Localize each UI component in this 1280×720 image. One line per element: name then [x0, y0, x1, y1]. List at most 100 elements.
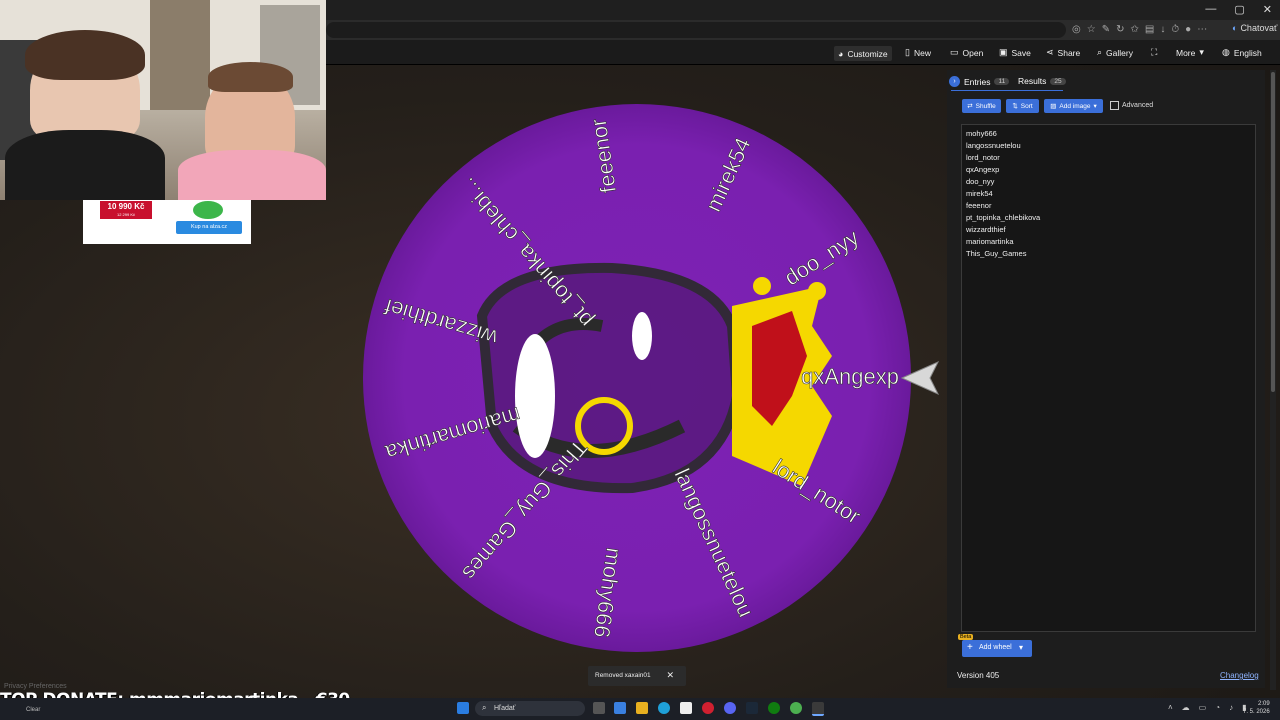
volume-icon[interactable]: ♪ — [1229, 703, 1233, 712]
download-icon[interactable]: ↓ — [1160, 24, 1165, 35]
beta-badge: Beta — [958, 634, 974, 640]
search-icon: ⌕ — [482, 703, 487, 712]
notepad-icon[interactable] — [812, 702, 824, 716]
shuffle-button[interactable]: ⇄ Shuffle — [962, 99, 1001, 113]
shuffle-icon: ⇄ — [967, 103, 973, 110]
cloud-icon[interactable]: ☁ — [1182, 703, 1190, 712]
add-image-button[interactable]: ▨ Add image ▾ — [1044, 99, 1103, 113]
advertisement[interactable]: 10 990 Kč 12 299 Kč Kup na alza.cz — [83, 200, 251, 244]
chevron-up-icon[interactable]: ˄ — [1168, 703, 1173, 712]
tab-entries[interactable]: › Entries 11 — [949, 76, 1010, 87]
share-button[interactable]: ⋖ Share — [1046, 46, 1080, 59]
save-icon: ▣ — [999, 47, 1008, 57]
entry-item[interactable]: langossnuetelou — [966, 141, 1021, 150]
open-button[interactable]: ▭ Open — [950, 46, 983, 59]
entry-item[interactable]: doo_nyy — [966, 177, 994, 186]
tab-results-label: Results — [1018, 76, 1047, 86]
save-button[interactable]: ▣ Save — [999, 46, 1031, 59]
refresh-icon[interactable]: ↻ — [1116, 24, 1124, 35]
version-label: Version 405 — [957, 671, 1000, 680]
usb-icon[interactable]: ▭ — [1199, 703, 1207, 712]
close-icon[interactable]: ✕ — [666, 670, 674, 681]
entries-textarea[interactable] — [961, 124, 1256, 632]
file-explorer-icon[interactable] — [636, 702, 648, 714]
active-tab-underline — [951, 90, 1063, 91]
xbox-icon[interactable] — [768, 702, 780, 714]
extension-icon[interactable]: ✎ — [1102, 24, 1110, 35]
entry-item[interactable]: lord_notor — [966, 153, 1000, 162]
discord-icon[interactable] — [724, 702, 736, 714]
fullscreen-button[interactable]: ⛶ — [1151, 46, 1157, 59]
profile-icon[interactable]: ● — [1185, 24, 1191, 35]
eye-icon[interactable]: ◎ — [1072, 24, 1081, 35]
browser-toolbar-icons: ◎ ☆ ✎ ↻ ✩ ▤ ↓ ⏱ ● ⋯ — [1072, 24, 1207, 35]
file-icon: ▯ — [905, 47, 910, 57]
new-button[interactable]: ▯ New — [905, 46, 931, 59]
ad-old-price: 12 299 Kč — [116, 212, 135, 217]
taskbar-search[interactable]: ⌕ Hľadať — [475, 701, 585, 716]
minimize-icon[interactable]: — — [1205, 3, 1216, 16]
entry-item[interactable]: mirek54 — [966, 189, 993, 198]
more-button[interactable]: More ▾ — [1176, 46, 1204, 59]
close-icon[interactable]: ✕ — [1263, 3, 1272, 16]
wheel-center-art — [476, 262, 832, 494]
entry-item[interactable]: mariomartinka — [966, 237, 1014, 246]
system-tray: ˄ ☁ ▭ ◔ ♪ ▮ — [1168, 703, 1246, 712]
search-icon: ⌕ — [1097, 47, 1103, 57]
maximize-icon[interactable]: ▢ — [1234, 3, 1244, 16]
edge-icon[interactable] — [658, 702, 670, 714]
entry-item[interactable]: qxAngexp — [966, 165, 999, 174]
store-icon[interactable] — [680, 702, 692, 714]
copilot-chat-button[interactable]: ◐ Chatovať — [1232, 23, 1277, 33]
add-wheel-button[interactable]: + Add wheel ▾ — [962, 640, 1032, 657]
entry-item[interactable]: mohy666 — [966, 129, 997, 138]
entry-item[interactable]: pt_topinka_chlebikova — [966, 213, 1040, 222]
app-icon[interactable] — [702, 702, 714, 714]
history-icon[interactable]: ⏱ — [1171, 24, 1179, 35]
language-button[interactable]: ◍ English — [1222, 46, 1262, 59]
share-label: Share — [1057, 47, 1081, 58]
ad-cta-button[interactable]: Kup na alza.cz — [176, 221, 242, 234]
plus-icon: + — [967, 642, 973, 653]
tab-results[interactable]: Results 25 — [1018, 76, 1066, 86]
taskbar-search-label: Hľadať — [494, 705, 516, 712]
open-label: Open — [962, 47, 984, 58]
folder-icon: ▭ — [950, 47, 959, 57]
changelog-link[interactable]: Changelog — [1220, 671, 1259, 680]
language-label: English — [1233, 47, 1262, 58]
ad-price: 10 990 Kč — [107, 202, 145, 211]
gallery-label: Gallery — [1106, 47, 1133, 58]
steam-icon[interactable] — [746, 702, 758, 714]
weather-label[interactable]: Clear — [26, 707, 40, 713]
spin-wheel[interactable]: qxAngexpdoo_nyymirek54feeenorpt_topinka_… — [352, 96, 912, 656]
customize-button[interactable]: ◕ Customize — [834, 46, 892, 61]
collapse-icon[interactable]: › — [949, 76, 960, 87]
collections-icon[interactable]: ▤ — [1145, 24, 1154, 35]
bookmarks-icon[interactable]: ✩ — [1130, 24, 1138, 35]
add-wheel-label: Add wheel — [979, 644, 1012, 651]
shuffle-label: Shuffle — [975, 102, 996, 110]
gallery-button[interactable]: ⌕ Gallery — [1097, 46, 1133, 59]
entry-item[interactable]: This_Guy_Games — [966, 249, 1026, 258]
star-icon[interactable]: ☆ — [1087, 24, 1096, 35]
privacy-preferences-link[interactable]: Privacy Preferences — [4, 683, 67, 690]
sort-label: Sort — [1020, 102, 1033, 110]
entry-item[interactable]: feeenor — [966, 201, 991, 210]
task-view-icon[interactable] — [593, 702, 605, 714]
scrollbar-thumb[interactable] — [1271, 72, 1275, 392]
copilot-icon[interactable] — [614, 702, 626, 714]
checkbox-box[interactable] — [1110, 101, 1119, 110]
add-image-label: Add image — [1059, 102, 1091, 110]
results-count-badge: 25 — [1050, 77, 1066, 85]
clock[interactable]: 2:09 7. 5. 2026 — [1243, 700, 1270, 716]
sort-button[interactable]: ⇅ Sort — [1006, 99, 1039, 113]
start-icon[interactable] — [457, 702, 469, 714]
alza-mascot-icon — [193, 201, 223, 219]
url-field[interactable] — [326, 22, 1066, 38]
menu-dots-icon[interactable]: ⋯ — [1197, 24, 1207, 35]
wifi-icon[interactable]: ◔ — [1215, 703, 1220, 712]
chrome-icon[interactable] — [790, 702, 802, 714]
entry-item[interactable]: wizzardthief — [966, 225, 1006, 234]
advanced-checkbox[interactable]: Advanced — [1110, 101, 1153, 110]
chevron-down-icon[interactable]: ▾ — [1019, 643, 1023, 652]
